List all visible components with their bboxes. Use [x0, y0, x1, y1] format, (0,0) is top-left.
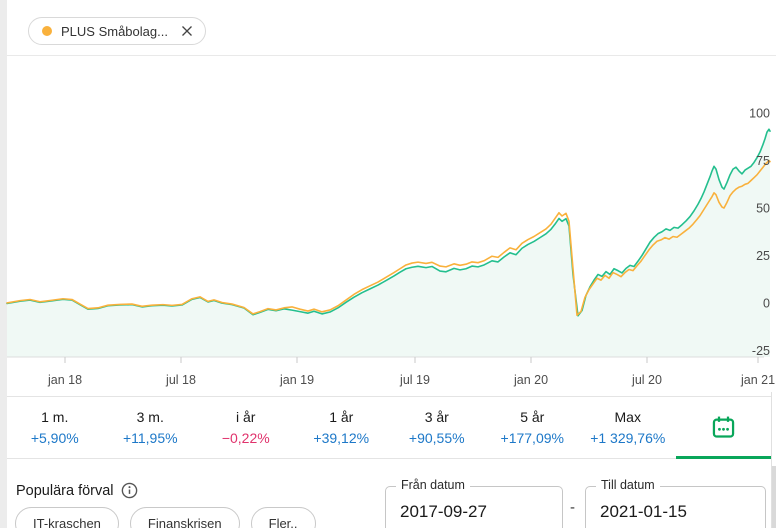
preset-chip-it-kraschen[interactable]: IT-kraschen	[15, 507, 119, 528]
fund-performance-panel: PLUS Småbolag... jan 18 jul 18 jan 19 jul 1…	[0, 0, 776, 528]
popular-presets-title: Populära förval	[16, 483, 114, 499]
period-3y[interactable]: 3 år +90,55%	[389, 397, 485, 458]
selected-tab-underline	[676, 456, 772, 459]
period-value: +90,55%	[409, 430, 465, 446]
period-label: 3 m.	[137, 409, 164, 425]
x-tick-label: jul 20	[631, 373, 662, 387]
period-label: 5 år	[520, 409, 544, 425]
to-date-label: Till datum	[596, 478, 660, 492]
period-value: +1 329,76%	[590, 430, 665, 446]
close-icon[interactable]	[180, 24, 194, 38]
legend-chip-label: PLUS Småbolag...	[61, 24, 168, 39]
from-date-fieldset: Från datum	[385, 486, 563, 528]
popular-presets-chips: IT-kraschen Finanskrisen Fler..	[15, 507, 316, 528]
period-label: 1 år	[329, 409, 353, 425]
scrollbar-thumb[interactable]	[772, 466, 776, 528]
period-label: 1 m.	[41, 409, 68, 425]
from-date-label: Från datum	[396, 478, 470, 492]
period-1m[interactable]: 1 m. +5,90%	[7, 397, 103, 458]
period-selector-row: 1 m. +5,90% 3 m. +11,95% i år −0,22% 1 å…	[7, 396, 771, 459]
period-max[interactable]: Max +1 329,76%	[580, 397, 676, 458]
from-date-input[interactable]	[400, 502, 546, 522]
period-value: +39,12%	[313, 430, 369, 446]
x-tick-label: jul 18	[165, 373, 196, 387]
period-value: +177,09%	[501, 430, 564, 446]
y-tick-label: 0	[763, 296, 770, 310]
y-tick-label: 50	[756, 202, 770, 216]
y-tick-label: -25	[752, 344, 770, 358]
period-label: Max	[615, 409, 641, 425]
series-color-dot	[42, 26, 52, 36]
period-label: i år	[236, 409, 255, 425]
period-value: +5,90%	[31, 430, 79, 446]
to-date-fieldset: Till datum	[585, 486, 766, 528]
calendar-icon	[710, 414, 737, 441]
info-icon[interactable]	[121, 482, 138, 499]
x-tick-label: jan 19	[279, 373, 314, 387]
popular-presets-heading: Populära förval	[16, 482, 138, 499]
to-date-input[interactable]	[600, 502, 749, 522]
period-3m[interactable]: 3 m. +11,95%	[103, 397, 199, 458]
x-tick-label: jan 18	[47, 373, 82, 387]
y-tick-label: 75	[756, 154, 770, 168]
performance-chart[interactable]: jan 18 jul 18 jan 19 jul 19 jan 20 jul 20 jan …	[0, 55, 776, 396]
period-value: −0,22%	[222, 430, 270, 446]
x-tick-label: jan 20	[513, 373, 548, 387]
x-tick-label: jan 21	[740, 373, 775, 387]
y-tick-label: 100	[749, 107, 770, 121]
preset-chip-finanskrisen[interactable]: Finanskrisen	[130, 507, 240, 528]
legend-chip-plus-smabolag[interactable]: PLUS Småbolag...	[28, 17, 206, 45]
period-1y[interactable]: 1 år +39,12%	[294, 397, 390, 458]
y-tick-label: 25	[756, 249, 770, 263]
period-5y[interactable]: 5 år +177,09%	[485, 397, 581, 458]
period-ytd[interactable]: i år −0,22%	[198, 397, 294, 458]
preset-chip-fler[interactable]: Fler..	[251, 507, 316, 528]
custom-date-range-tab[interactable]	[676, 397, 772, 458]
period-value: +11,95%	[123, 430, 178, 446]
x-tick-label: jul 19	[399, 373, 430, 387]
date-range-separator: -	[570, 499, 575, 516]
period-label: 3 år	[425, 409, 449, 425]
